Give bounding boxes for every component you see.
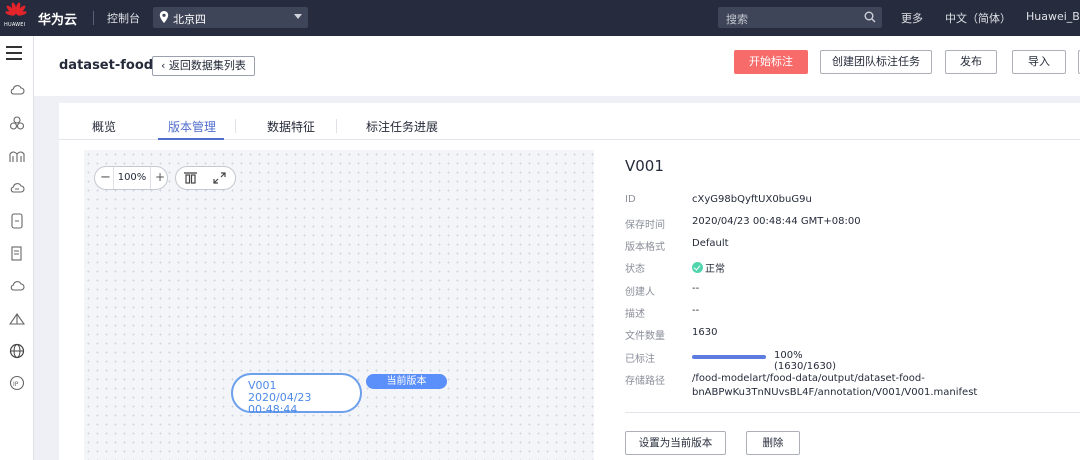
creator-label: 创建人 bbox=[625, 287, 655, 298]
cloud-service-icon[interactable] bbox=[7, 80, 27, 100]
tab-version-management[interactable]: 版本管理 bbox=[168, 118, 216, 135]
storage-path-value: /food-modelart/food-data/output/dataset-… bbox=[692, 373, 978, 398]
tab-overview[interactable]: 概览 bbox=[92, 118, 116, 135]
create-team-task-button[interactable]: 创建团队标注任务 bbox=[820, 50, 932, 74]
zoom-out-button[interactable]: − bbox=[100, 170, 111, 185]
check-circle-icon bbox=[692, 262, 703, 273]
chevron-left-icon: ‹ bbox=[161, 59, 169, 72]
ip-icon[interactable]: IP bbox=[7, 373, 27, 393]
back-label: 返回数据集列表 bbox=[168, 59, 246, 72]
tent-icon[interactable] bbox=[7, 309, 27, 329]
version-title: V001 bbox=[625, 157, 664, 175]
tab-bar: 概览 版本管理 数据特征 标注任务进展 bbox=[59, 103, 1080, 140]
dataset-header: dataset-food ‹ 返回数据集列表 开始标注 创建团队标注任务 发布 … bbox=[34, 36, 1080, 96]
divider bbox=[93, 11, 94, 25]
labeled-value: 100% (1630/1630) bbox=[774, 350, 837, 372]
status-value: 正常 bbox=[692, 260, 725, 275]
search-icon[interactable] bbox=[864, 11, 876, 23]
document-icon[interactable] bbox=[7, 244, 27, 264]
logo-wordmark: HUAWEI bbox=[4, 22, 26, 28]
location-pin-icon bbox=[159, 11, 169, 23]
version-node[interactable]: V001 2020/04/23 00:48:44 bbox=[231, 373, 362, 416]
left-sidebar: IP bbox=[0, 36, 34, 460]
zoom-in-button[interactable]: + bbox=[155, 170, 165, 184]
tab-data-features[interactable]: 数据特征 bbox=[267, 118, 315, 135]
back-to-dataset-list-button[interactable]: ‹ 返回数据集列表 bbox=[152, 56, 255, 76]
format-label: 版本格式 bbox=[625, 242, 665, 253]
start-annotation-button[interactable]: 开始标注 bbox=[734, 50, 808, 74]
canvas-tools bbox=[175, 166, 236, 190]
saved-time-value: 2020/04/23 00:48:44 GMT+08:00 bbox=[692, 216, 861, 227]
labeled-progress-fill bbox=[692, 355, 766, 359]
dataset-detail-panel: 概览 版本管理 数据特征 标注任务进展 − 100% + V001 2020/0… bbox=[59, 103, 1080, 460]
tab-annotation-progress[interactable]: 标注任务进展 bbox=[366, 118, 438, 135]
status-label: 状态 bbox=[625, 264, 645, 275]
cluster-icon[interactable] bbox=[7, 113, 27, 133]
node-date-label: 2020/04/23 00:48:44 bbox=[248, 391, 312, 416]
labeled-label: 已标注 bbox=[625, 354, 655, 365]
description-value: -- bbox=[692, 305, 700, 316]
storage-path-label: 存储路径 bbox=[625, 376, 665, 387]
zoom-level: 100% bbox=[113, 167, 151, 189]
version-info-panel: V001 ID cXyG98bQyftUX0buG9u 保存时间 2020/04… bbox=[625, 150, 1080, 460]
labeled-progress-bar bbox=[692, 355, 766, 359]
svg-text:IP: IP bbox=[13, 381, 19, 388]
import-button[interactable]: 导入 bbox=[1012, 50, 1066, 74]
top-navigation-bar: HUAWEI 华为云 控制台 北京四 搜索 更多 中文（简体） Huawei_B… bbox=[0, 0, 1080, 36]
active-tab-indicator bbox=[158, 138, 224, 140]
huawei-logo[interactable]: HUAWEI bbox=[0, 0, 32, 36]
region-selector[interactable]: 北京四 bbox=[153, 7, 308, 28]
set-current-version-button[interactable]: 设置为当前版本 bbox=[625, 431, 726, 455]
file-count-label: 文件数量 bbox=[625, 331, 665, 342]
globe-icon[interactable] bbox=[7, 341, 27, 361]
id-value: cXyG98bQyftUX0buG9u bbox=[692, 194, 812, 205]
user-account-menu[interactable]: Huawei_Bin bbox=[1026, 10, 1080, 23]
huawei-flower-icon bbox=[5, 2, 27, 16]
language-selector[interactable]: 中文（简体） bbox=[945, 10, 1011, 26]
creator-value: -- bbox=[692, 283, 700, 294]
file-count-value: 1630 bbox=[692, 327, 718, 338]
current-version-badge: 当前版本 bbox=[366, 374, 447, 389]
cloud-icon[interactable] bbox=[7, 276, 27, 296]
global-search-input[interactable]: 搜索 bbox=[718, 7, 882, 28]
publish-button[interactable]: 发布 bbox=[945, 50, 997, 74]
id-label: ID bbox=[625, 194, 636, 205]
divider bbox=[625, 412, 1080, 413]
saved-time-label: 保存时间 bbox=[625, 220, 665, 231]
console-link[interactable]: 控制台 bbox=[107, 10, 140, 26]
delete-version-button[interactable]: 删除 bbox=[746, 431, 800, 455]
brand-name[interactable]: 华为云 bbox=[38, 9, 77, 28]
chevron-down-icon bbox=[294, 14, 302, 19]
fit-view-icon[interactable] bbox=[184, 172, 197, 184]
tab-separator bbox=[235, 119, 236, 133]
status-text: 正常 bbox=[705, 264, 725, 275]
search-placeholder: 搜索 bbox=[726, 13, 748, 26]
dataset-title: dataset-food bbox=[59, 58, 154, 73]
region-label: 北京四 bbox=[173, 13, 206, 26]
cloud-database-icon[interactable] bbox=[7, 178, 27, 198]
hamburger-menu-icon[interactable] bbox=[6, 46, 22, 64]
bridge-icon[interactable] bbox=[7, 146, 27, 166]
description-label: 描述 bbox=[625, 309, 645, 320]
zoom-control: − 100% + bbox=[94, 166, 168, 190]
fullscreen-icon[interactable] bbox=[213, 172, 226, 184]
storage-icon[interactable] bbox=[7, 211, 27, 231]
tab-separator bbox=[336, 119, 337, 133]
more-menu[interactable]: 更多 bbox=[901, 10, 923, 26]
format-value: Default bbox=[692, 238, 729, 249]
version-graph-canvas[interactable]: − 100% + V001 2020/04/23 00:48:44 当前版本 bbox=[84, 150, 594, 460]
